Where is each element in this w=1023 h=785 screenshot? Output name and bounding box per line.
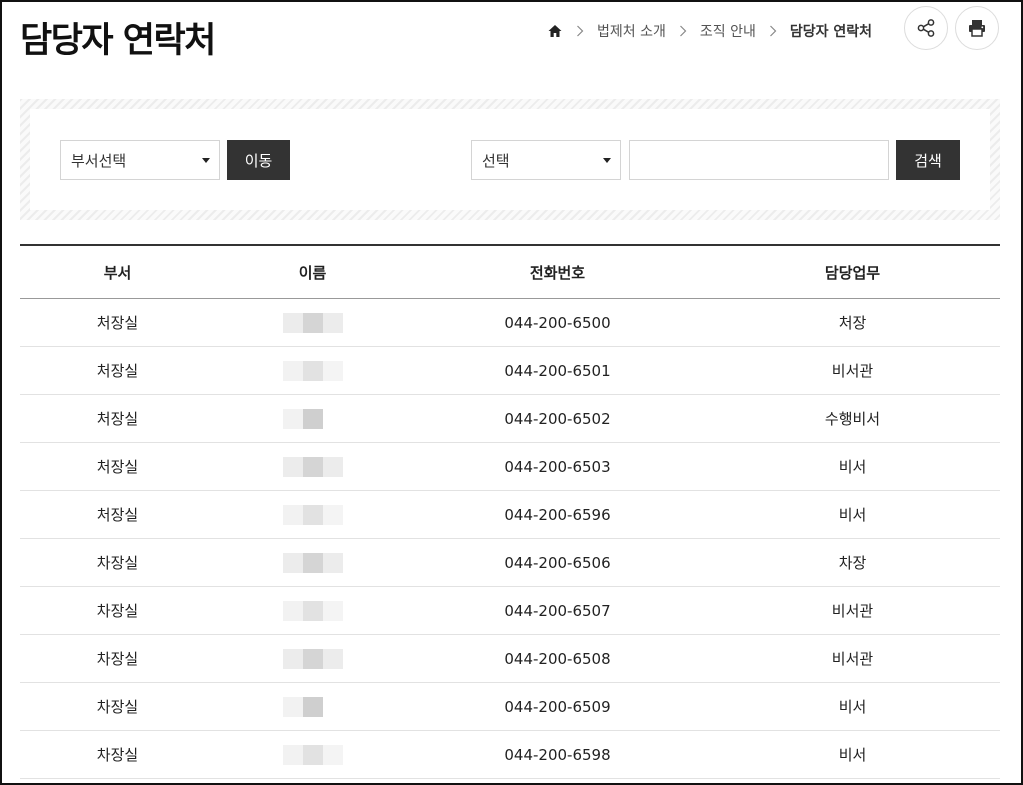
table-header-row: 부서 이름 전화번호 담당업무 — [20, 245, 1000, 299]
cell-duty: 비서관 — [705, 346, 1000, 395]
chevron-right-icon — [766, 24, 780, 38]
table-row: 차장실 044-200-6506 차장 — [20, 538, 1000, 587]
search-field-select[interactable]: 선택 — [471, 140, 621, 180]
cell-phone: 044-200-6598 — [410, 730, 705, 779]
redacted-name — [282, 696, 343, 717]
cell-phone: 044-200-6500 — [410, 298, 705, 347]
department-select-value: 부서선택 — [71, 151, 127, 170]
cell-name — [215, 682, 410, 731]
chevron-right-icon — [573, 24, 587, 38]
cell-phone: 044-200-6501 — [410, 346, 705, 395]
search-button[interactable]: 검색 — [896, 140, 960, 180]
cell-duty: 비서관 — [705, 634, 1000, 683]
cell-name — [215, 730, 410, 779]
cell-department: 차장실 — [20, 538, 215, 587]
cell-name — [215, 394, 410, 443]
breadcrumb-item-organization[interactable]: 조직 안내 — [700, 21, 756, 41]
breadcrumb: 법제처 소개 조직 안내 담당자 연락처 — [547, 21, 872, 41]
department-select[interactable]: 부서선택 — [60, 140, 220, 180]
page-title: 담당자 연락처 — [20, 21, 216, 61]
redacted-name — [282, 456, 343, 477]
redacted-name — [282, 744, 343, 765]
table-row: 처장실 044-200-6501 비서관 — [20, 346, 1000, 395]
table-row: 처장실 044-200-6503 비서 — [20, 442, 1000, 491]
cell-phone: 044-200-6503 — [410, 442, 705, 491]
search-input[interactable] — [629, 140, 889, 180]
cell-name — [215, 586, 410, 635]
caret-down-icon — [202, 158, 210, 163]
redacted-name — [282, 312, 343, 333]
cell-duty: 비서 — [705, 490, 1000, 539]
cell-department: 차장실 — [20, 634, 215, 683]
table-row: 처장실 044-200-6502 수행비서 — [20, 394, 1000, 443]
table-row: 차장실 044-200-6507 비서관 — [20, 586, 1000, 635]
print-icon — [969, 20, 985, 37]
redacted-name — [282, 552, 343, 573]
redacted-name — [282, 360, 343, 381]
redacted-name — [282, 648, 343, 669]
cell-department: 처장실 — [20, 346, 215, 395]
column-header-phone: 전화번호 — [410, 245, 705, 299]
print-button[interactable] — [955, 6, 999, 50]
table-row: 차장실 044-200-6508 비서관 — [20, 634, 1000, 683]
breadcrumb-item-current: 담당자 연락처 — [789, 24, 872, 40]
cell-name — [215, 490, 410, 539]
cell-department: 처장실 — [20, 394, 215, 443]
cell-phone: 044-200-6596 — [410, 490, 705, 539]
column-header-department: 부서 — [20, 245, 215, 299]
redacted-name — [282, 408, 343, 429]
cell-duty: 비서관 — [705, 586, 1000, 635]
caret-down-icon — [603, 158, 611, 163]
search-field-select-value: 선택 — [482, 151, 510, 170]
share-button[interactable] — [904, 6, 948, 50]
table-row: 처장실 044-200-6500 처장 — [20, 298, 1000, 347]
move-button[interactable]: 이동 — [227, 140, 290, 180]
cell-name — [215, 634, 410, 683]
cell-duty: 비서 — [705, 682, 1000, 731]
cell-name — [215, 442, 410, 491]
cell-name — [215, 298, 410, 347]
cell-duty: 차장 — [705, 538, 1000, 587]
cell-phone: 044-200-6508 — [410, 634, 705, 683]
home-icon[interactable] — [547, 23, 563, 39]
share-icon — [917, 19, 935, 37]
redacted-name — [282, 504, 343, 525]
cell-department: 차장실 — [20, 730, 215, 779]
cell-duty: 수행비서 — [705, 394, 1000, 443]
chevron-right-icon — [676, 24, 690, 38]
cell-phone: 044-200-6507 — [410, 586, 705, 635]
column-header-name: 이름 — [215, 245, 410, 299]
cell-department: 차장실 — [20, 586, 215, 635]
table-row: 처장실 044-200-6596 비서 — [20, 490, 1000, 539]
cell-department: 처장실 — [20, 442, 215, 491]
cell-name — [215, 538, 410, 587]
cell-duty: 비서 — [705, 442, 1000, 491]
column-header-duty: 담당업무 — [705, 245, 1000, 299]
table-row: 차장실 044-200-6509 비서 — [20, 682, 1000, 731]
cell-name — [215, 346, 410, 395]
cell-phone: 044-200-6509 — [410, 682, 705, 731]
breadcrumb-item-about[interactable]: 법제처 소개 — [597, 21, 666, 41]
cell-phone: 044-200-6502 — [410, 394, 705, 443]
redacted-name — [282, 600, 343, 621]
cell-department: 처장실 — [20, 298, 215, 347]
cell-duty: 비서 — [705, 730, 1000, 779]
table-row: 차장실 044-200-6598 비서 — [20, 730, 1000, 779]
cell-department: 처장실 — [20, 490, 215, 539]
cell-phone: 044-200-6506 — [410, 538, 705, 587]
contacts-table: 부서 이름 전화번호 담당업무 처장실 044-200-6500 처장 처장실 … — [20, 244, 1000, 779]
cell-duty: 처장 — [705, 298, 1000, 347]
cell-department: 차장실 — [20, 682, 215, 731]
